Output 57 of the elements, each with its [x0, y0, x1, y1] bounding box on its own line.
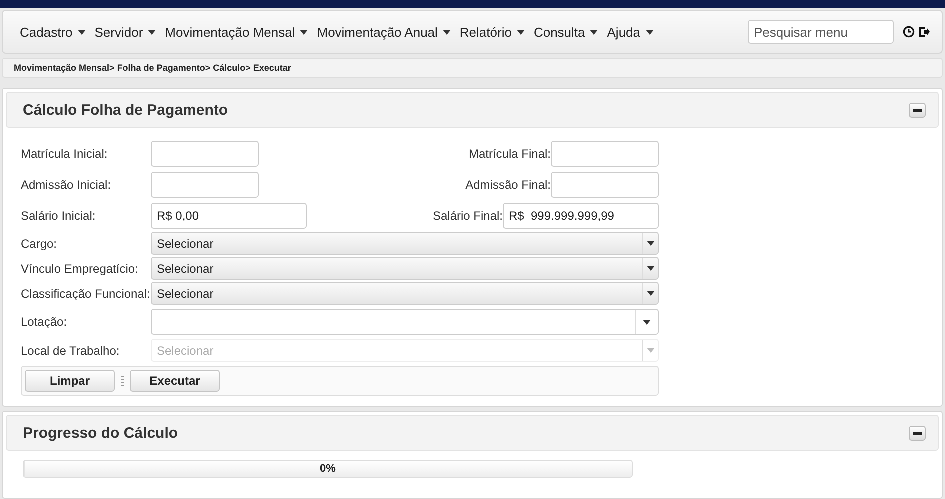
panel-title: Cálculo Folha de Pagamento: [23, 102, 228, 118]
menu-item[interactable]: Consulta: [530, 24, 602, 40]
action-button[interactable]: Executar: [130, 370, 220, 392]
menu-item[interactable]: Ajuda: [604, 24, 657, 40]
caret-icon: [516, 30, 525, 34]
field-label: Vínculo Empregatício:: [21, 262, 140, 276]
input-field[interactable]: [551, 172, 659, 198]
field-label: Classificação Funcional:: [21, 286, 151, 300]
caret-icon: [646, 241, 654, 246]
menu-item[interactable]: Movimentação Anual: [314, 24, 454, 40]
caret-icon: [646, 30, 654, 34]
field-label: Matrícula Final:: [468, 146, 551, 160]
input-field[interactable]: R$ 0,00: [151, 202, 307, 228]
logout-icon[interactable]: [918, 26, 930, 38]
input-field[interactable]: R$ 999.999.999,99: [503, 202, 659, 228]
collapse-button[interactable]: [909, 102, 926, 118]
minus-icon: [913, 432, 922, 434]
field-label: Admissão Final:: [466, 178, 551, 192]
field-label: Admissão Inicial:: [21, 178, 112, 192]
dropdown[interactable]: Selecionar: [151, 282, 659, 305]
field-label: Matrícula Inicial:: [21, 146, 109, 160]
minus-icon: [913, 108, 922, 112]
caret-icon: [148, 30, 156, 34]
breadcrumb-item: Executar: [252, 63, 292, 73]
field-label: Salário Final:: [432, 208, 503, 222]
caret-icon: [442, 30, 451, 34]
field-label: Cargo:: [21, 236, 58, 250]
menu-item[interactable]: Servidor: [92, 24, 160, 40]
input-field[interactable]: [551, 140, 659, 166]
breadcrumb-item: Folha de Pagamento>: [116, 63, 211, 73]
action-button[interactable]: Limpar: [25, 370, 115, 392]
caret-icon: [646, 266, 654, 271]
caret-icon: [646, 291, 654, 296]
caret-icon: [643, 320, 651, 324]
breadcrumb-item: Movimentação Mensal>: [14, 63, 115, 73]
dropdown[interactable]: Selecionar: [151, 232, 659, 255]
field-label: Local de Trabalho:: [21, 344, 121, 358]
input-field[interactable]: [151, 140, 259, 166]
menu-item[interactable]: Relatório: [456, 24, 528, 40]
input-field[interactable]: [151, 172, 259, 198]
breadcrumb-item: Cálculo>: [212, 63, 251, 73]
caret-icon: [78, 30, 86, 34]
clock-icon[interactable]: [903, 26, 915, 38]
caret-icon: [646, 348, 654, 353]
panel-title: Progresso do Cálculo: [23, 424, 178, 442]
menu-item[interactable]: Cadastro: [17, 24, 89, 40]
field-label: Lotação:: [21, 315, 68, 329]
field-label: Salário Inicial:: [21, 208, 97, 222]
caret-icon: [300, 30, 308, 34]
menu-item[interactable]: Movimentação Mensal: [162, 24, 312, 40]
progress-reading: 0%: [320, 463, 336, 475]
collapse-button[interactable]: [909, 426, 926, 440]
separator-icon: [121, 376, 124, 386]
combo-field[interactable]: [151, 309, 659, 335]
search-field[interactable]: Pesquisar menu: [748, 20, 894, 44]
caret-icon: [590, 30, 598, 34]
dropdown[interactable]: Selecionar: [151, 257, 659, 280]
